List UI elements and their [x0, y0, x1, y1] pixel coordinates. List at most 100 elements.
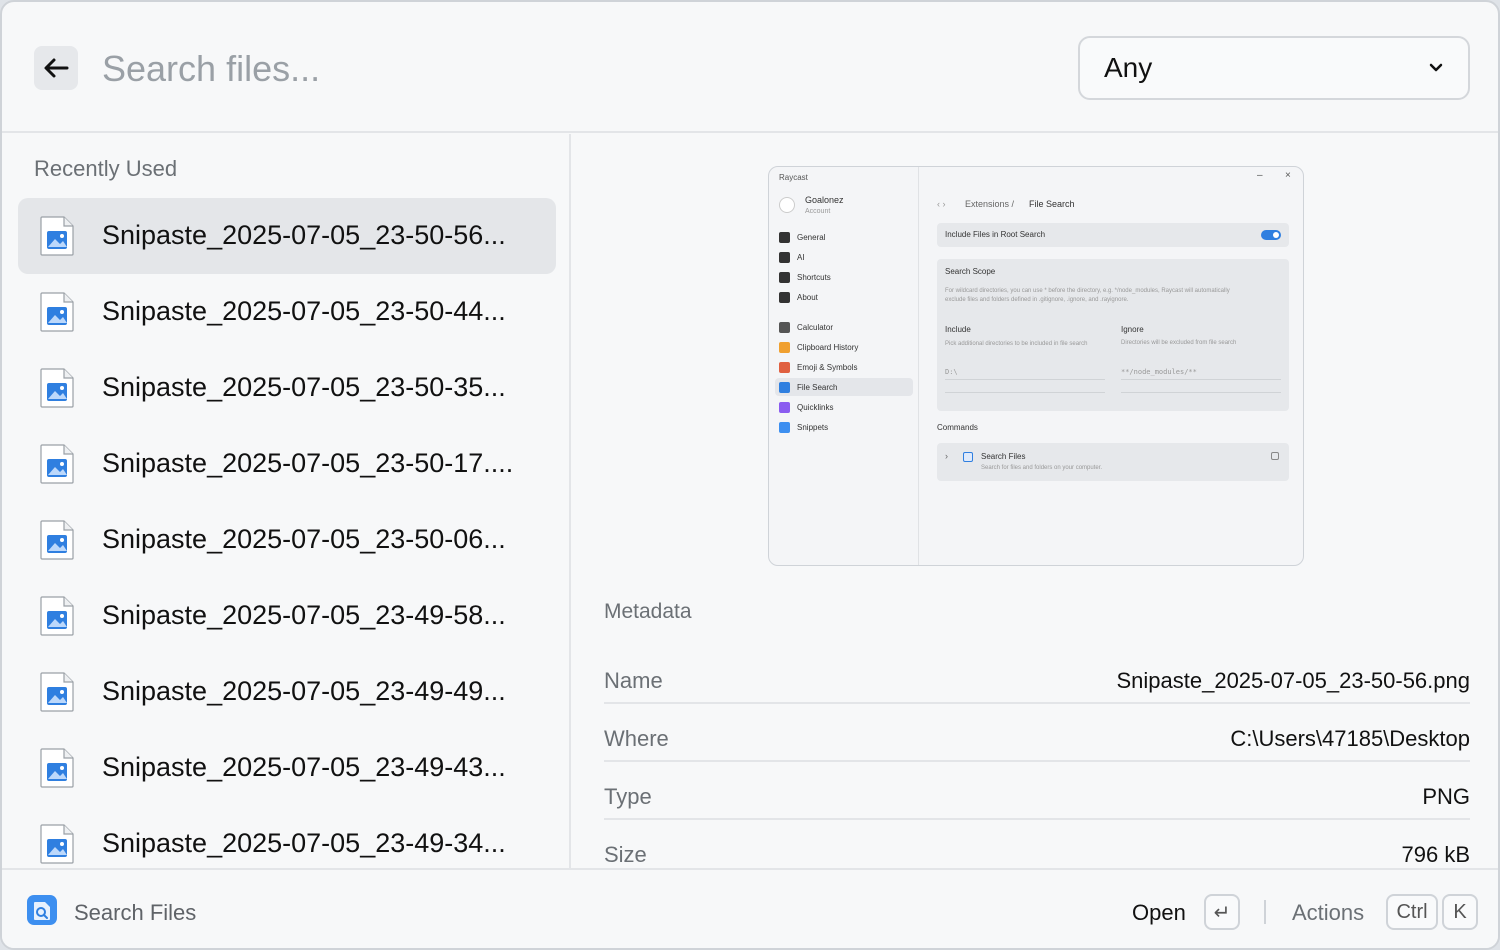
metadata-value: 796 kB: [1401, 842, 1471, 867]
preview-nav-icon: [779, 272, 790, 283]
metadata-key: Size: [604, 842, 647, 867]
preview-nav-item: Quicklinks: [797, 403, 834, 412]
preview-nav-item: General: [797, 233, 826, 242]
metadata-key: Name: [604, 668, 663, 693]
preview-nav-icon: [779, 322, 790, 333]
preview-nav-item: Calculator: [797, 323, 834, 332]
list-item-label: Snipaste_2025-07-05_23-50-44...: [102, 296, 506, 326]
metadata-title: Metadata: [604, 600, 692, 623]
search-files-icon: [963, 452, 973, 462]
search-input[interactable]: [102, 42, 1002, 96]
list-item[interactable]: Snipaste_2025-07-05_23-50-56...: [18, 198, 556, 274]
preview-commands-title: Commands: [937, 423, 978, 432]
results-panel: Recently Used Snipaste_2025-07-05_23-50-…: [2, 134, 571, 868]
list-item-label: Snipaste_2025-07-05_23-49-43...: [102, 752, 506, 782]
results-list: Snipaste_2025-07-05_23-50-56... Snipaste_…: [18, 198, 556, 868]
preview-nav-icon: [779, 252, 790, 263]
preview-nav-icon: [779, 422, 790, 433]
list-item[interactable]: Snipaste_2025-07-05_23-50-35...: [18, 350, 556, 426]
image-file-icon: [40, 368, 74, 408]
preview-user-sub: Account: [805, 208, 831, 215]
preview-nav-item: Emoji & Symbols: [797, 363, 858, 372]
metadata-row: Name Snipaste_2025-07-05_23-50-56.png: [604, 646, 1470, 704]
preview-breadcrumb-parent: Extensions /: [965, 199, 1015, 209]
file-type-dropdown-value: Any: [1104, 52, 1153, 83]
image-file-icon: [40, 672, 74, 712]
detail-panel: Raycast – × Goalonez Account General AI Sh…: [572, 134, 1498, 868]
divider: [1264, 900, 1266, 924]
preview-nav-item: Snippets: [797, 423, 829, 432]
footer-title: Search Files: [74, 900, 197, 925]
preview-nav-selected: [775, 378, 913, 396]
divider: [1121, 379, 1281, 380]
preview-breadcrumb-current: File Search: [1029, 199, 1075, 209]
minimize-icon: –: [1257, 170, 1263, 181]
metadata-value: PNG: [1422, 784, 1470, 809]
enter-key: ↵: [1204, 894, 1240, 930]
action-bar: Search Files Open ↵ Actions Ctrl K: [2, 868, 1498, 948]
search-header: Any: [2, 2, 1498, 133]
preview-ignore-value: **/node_modules/**: [1121, 368, 1197, 376]
metadata-row: Where C:\Users\47185\Desktop: [604, 704, 1470, 762]
list-item-label: Snipaste_2025-07-05_23-49-34...: [102, 828, 506, 858]
k-key: K: [1442, 894, 1478, 930]
divider: [1121, 392, 1281, 393]
preview-nav-icon: [779, 362, 790, 373]
preview-nav-icon: [779, 342, 790, 353]
back-button[interactable]: [34, 46, 78, 90]
actions-button[interactable]: Actions: [1292, 900, 1364, 926]
divider: [945, 392, 1105, 393]
avatar: [779, 197, 795, 213]
image-file-icon: [40, 520, 74, 560]
preview-ignore-title: Ignore: [1121, 325, 1144, 334]
chevron-down-icon: [1429, 63, 1443, 72]
preview-command-desc: Search for files and folders on your com…: [981, 465, 1103, 471]
list-item[interactable]: Snipaste_2025-07-05_23-49-34...: [18, 806, 556, 868]
preview-command-name: Search Files: [981, 452, 1026, 461]
file-type-dropdown[interactable]: Any: [1078, 36, 1470, 100]
list-item[interactable]: Snipaste_2025-07-05_23-50-17....: [18, 426, 556, 502]
list-item-label: Snipaste_2025-07-05_23-50-56...: [102, 220, 506, 250]
metadata-row: Type PNG: [604, 762, 1470, 820]
preview-nav-item: Clipboard History: [797, 343, 859, 352]
preview-scope-title: Search Scope: [945, 267, 996, 276]
preview-nav-icon: [779, 292, 790, 303]
list-item-label: Snipaste_2025-07-05_23-49-58...: [102, 600, 506, 630]
checkbox-icon: [1271, 452, 1279, 460]
close-icon: ×: [1285, 170, 1291, 181]
list-item[interactable]: Snipaste_2025-07-05_23-49-43...: [18, 730, 556, 806]
image-file-icon: [40, 824, 74, 864]
file-search-window: Any Recently Used Snipaste_2025-07-05_23…: [0, 0, 1500, 950]
list-item-label: Snipaste_2025-07-05_23-50-35...: [102, 372, 506, 402]
preview-nav-icon: [779, 382, 790, 393]
preview-nav-item: About: [797, 293, 818, 302]
metadata-value: C:\Users\47185\Desktop: [1230, 726, 1470, 751]
preview-nav-arrows: ‹ ›: [937, 199, 946, 209]
preview-nav-icon: [779, 232, 790, 243]
list-item[interactable]: Snipaste_2025-07-05_23-50-44...: [18, 274, 556, 350]
file-search-icon: [27, 895, 57, 925]
metadata-key: Type: [604, 784, 652, 809]
preview-nav-item: File Search: [797, 383, 838, 392]
image-file-icon: [40, 596, 74, 636]
preview-user-name: Goalonez: [805, 195, 844, 205]
preview-scope-desc: For wildcard directories, you can use * …: [945, 288, 1230, 303]
list-item[interactable]: Snipaste_2025-07-05_23-49-49...: [18, 654, 556, 730]
preview-nav-icon: [779, 402, 790, 413]
list-item-label: Snipaste_2025-07-05_23-49-49...: [102, 676, 506, 706]
image-preview: Raycast – × Goalonez Account General AI Sh…: [768, 166, 1304, 566]
image-file-icon: [40, 216, 74, 256]
preview-ignore-desc: Directories will be excluded from file s…: [1121, 340, 1237, 346]
image-file-icon: [40, 444, 74, 484]
preview-toggle-label: Include Files in Root Search: [945, 230, 1046, 239]
preview-scope-panel: [937, 259, 1289, 411]
toggle-switch: [1261, 230, 1281, 240]
image-file-icon: [40, 748, 74, 788]
preview-app-title: Raycast: [779, 173, 808, 182]
preview-command-row: [937, 443, 1289, 481]
metadata-row: Size 796 kB: [604, 820, 1470, 868]
open-action[interactable]: Open: [1132, 900, 1186, 926]
list-item[interactable]: Snipaste_2025-07-05_23-50-06...: [18, 502, 556, 578]
list-item[interactable]: Snipaste_2025-07-05_23-49-58...: [18, 578, 556, 654]
preview-nav-item: Shortcuts: [797, 273, 831, 282]
